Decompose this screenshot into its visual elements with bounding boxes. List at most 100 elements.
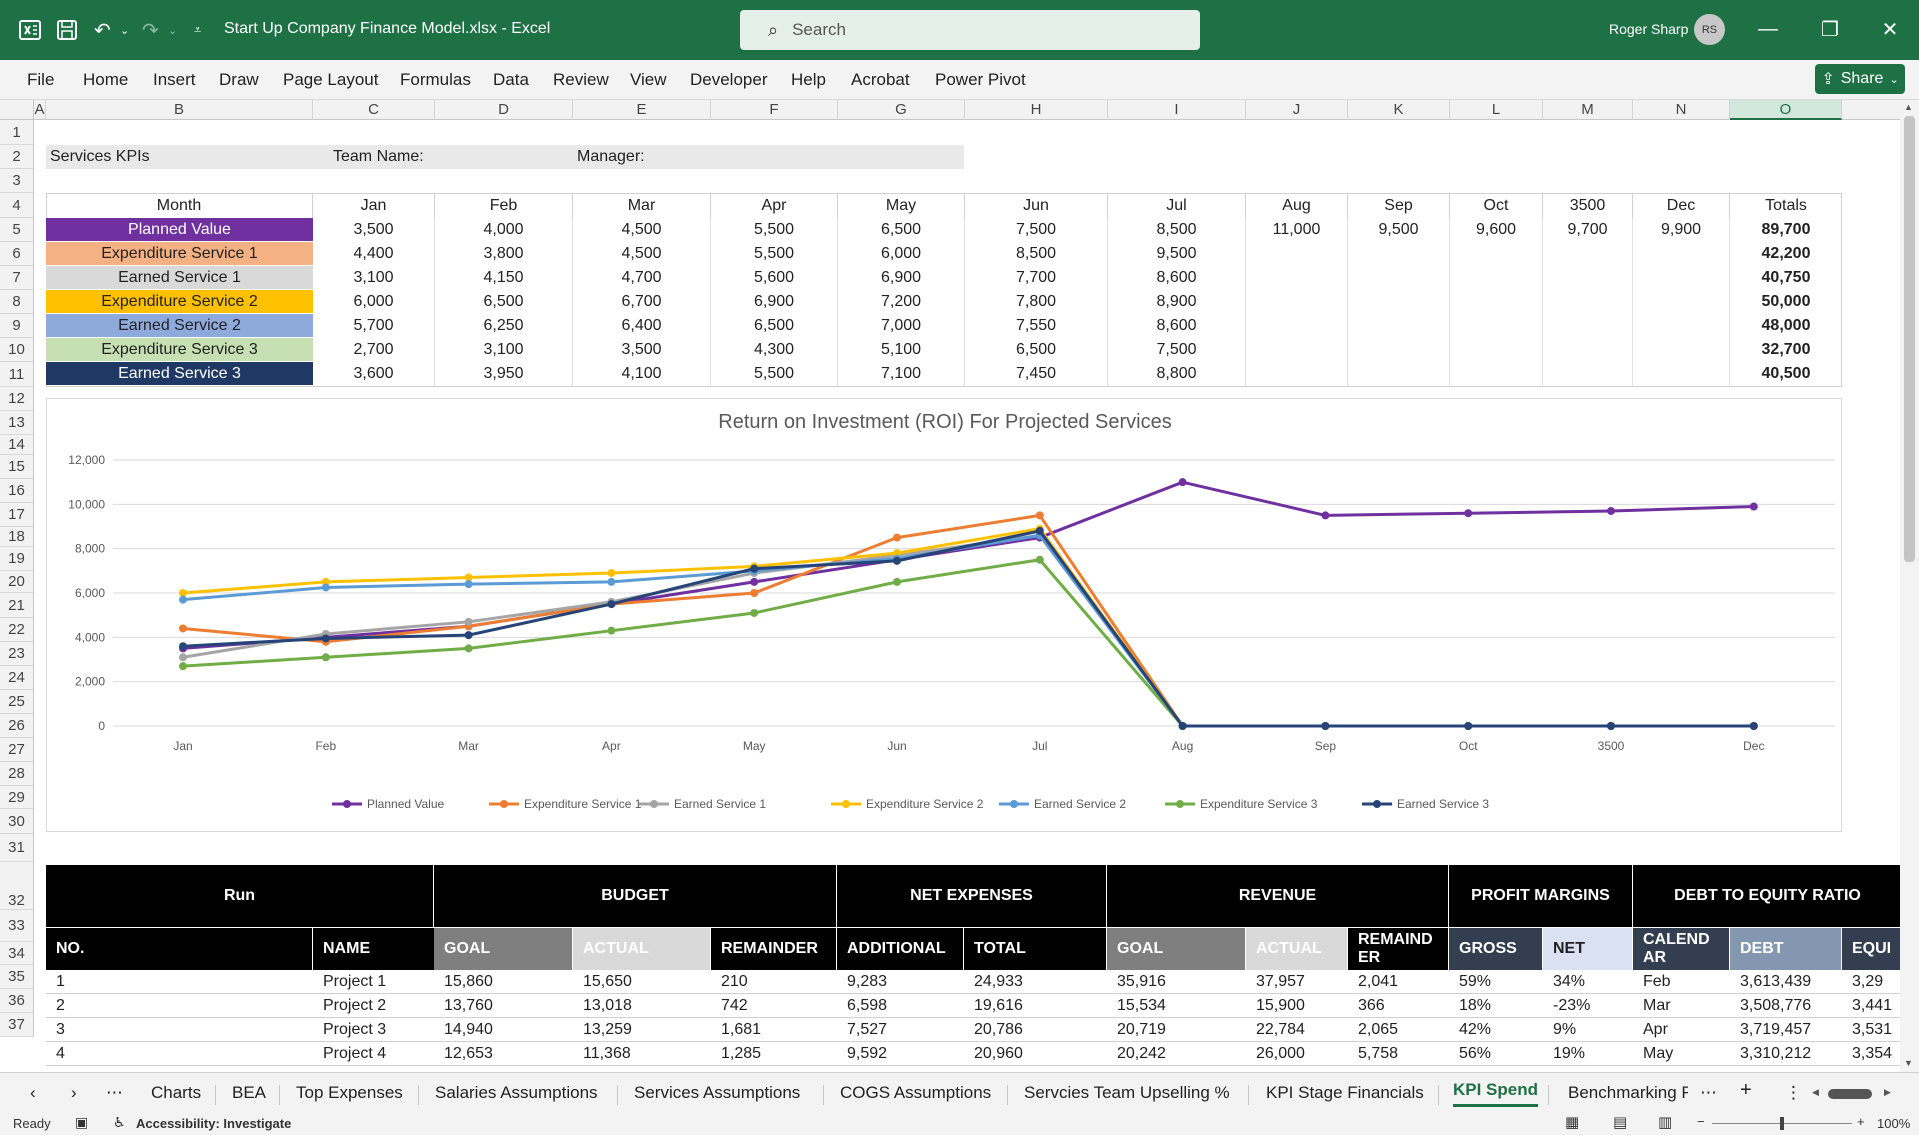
- kpi-value-cell[interactable]: 4,150: [435, 266, 573, 290]
- run-table-cell[interactable]: 15,860: [444, 970, 573, 994]
- kpi-value-cell[interactable]: 6,700: [573, 290, 711, 314]
- restore-icon[interactable]: ❐: [1815, 14, 1845, 44]
- run-table-cell[interactable]: 37,957: [1256, 970, 1348, 994]
- tab-top-expenses[interactable]: Top Expenses: [296, 1083, 403, 1103]
- run-table-cell[interactable]: 3,508,776: [1740, 994, 1842, 1018]
- run-table-cell[interactable]: 3,531: [1852, 1018, 1900, 1042]
- normal-view-icon[interactable]: ▦: [1565, 1113, 1579, 1131]
- kpi-value-cell[interactable]: [1543, 362, 1633, 386]
- run-table-cell[interactable]: 20,960: [974, 1042, 1107, 1066]
- run-table-cell[interactable]: 20,242: [1117, 1042, 1246, 1066]
- tab-cogs-assumptions[interactable]: COGS Assumptions: [840, 1083, 991, 1103]
- tab-bea[interactable]: BEA: [232, 1083, 266, 1103]
- run-table-cell[interactable]: 9,592: [847, 1042, 964, 1066]
- kpi-value-cell[interactable]: 6,400: [573, 314, 711, 338]
- kpi-value-cell[interactable]: [1633, 338, 1730, 362]
- select-all-corner[interactable]: [0, 100, 34, 120]
- kpi-value-cell[interactable]: [1348, 290, 1450, 314]
- run-table-cell[interactable]: Project 4: [323, 1042, 435, 1066]
- kpi-value-cell[interactable]: 2,700: [313, 338, 435, 362]
- row-header[interactable]: 11: [0, 362, 34, 387]
- kpi-value-cell[interactable]: 3,100: [435, 338, 573, 362]
- kpi-value-cell[interactable]: [1543, 314, 1633, 338]
- month-header-cell[interactable]: Jan: [313, 193, 435, 218]
- row-header[interactable]: 25: [0, 690, 34, 714]
- kpi-value-cell[interactable]: 5,600: [711, 266, 838, 290]
- run-table-cell[interactable]: 3,441: [1852, 994, 1900, 1018]
- customize-toolbar-icon[interactable]: ⩡: [194, 16, 201, 44]
- row-header[interactable]: 29: [0, 786, 34, 809]
- kpi-value-cell[interactable]: 7,500: [1108, 338, 1246, 362]
- page-break-view-icon[interactable]: ▥: [1658, 1113, 1672, 1131]
- share-button[interactable]: ⇪ Share ⌄: [1815, 64, 1905, 94]
- scroll-right-icon[interactable]: ▶: [1884, 1087, 1891, 1098]
- month-header[interactable]: Month: [46, 193, 313, 218]
- month-header-cell[interactable]: 3500: [1543, 193, 1633, 218]
- row-header[interactable]: 28: [0, 762, 34, 786]
- save-icon[interactable]: [56, 16, 78, 44]
- run-table-cell[interactable]: 9%: [1553, 1018, 1633, 1042]
- kpi-value-cell[interactable]: [1543, 242, 1633, 266]
- horizontal-scroll-thumb[interactable]: [1828, 1089, 1872, 1099]
- tab-servcies-team-upselling[interactable]: Servcies Team Upselling %: [1024, 1083, 1230, 1103]
- kpi-total-cell[interactable]: 89,700: [1730, 218, 1842, 242]
- kpi-value-cell[interactable]: 8,600: [1108, 266, 1246, 290]
- run-subheader[interactable]: EQUI: [1842, 928, 1900, 970]
- close-icon[interactable]: ✕: [1875, 14, 1905, 44]
- macro-record-icon[interactable]: ▣: [75, 1114, 88, 1131]
- kpi-value-cell[interactable]: 4,500: [573, 242, 711, 266]
- menu-draw[interactable]: Draw: [219, 70, 259, 90]
- run-group-header[interactable]: PROFIT MARGINS: [1449, 865, 1633, 927]
- page-layout-view-icon[interactable]: ▤: [1613, 1113, 1627, 1131]
- kpi-value-cell[interactable]: [1450, 290, 1543, 314]
- kpi-value-cell[interactable]: 4,700: [573, 266, 711, 290]
- kpi-value-cell[interactable]: 4,100: [573, 362, 711, 386]
- menu-help[interactable]: Help: [791, 70, 826, 90]
- kpi-row-label[interactable]: Earned Service 1: [46, 266, 313, 290]
- month-header-cell[interactable]: Jun: [965, 193, 1108, 218]
- col-header-h[interactable]: H: [965, 100, 1108, 120]
- kpi-value-cell[interactable]: 7,700: [965, 266, 1108, 290]
- kpi-value-cell[interactable]: 5,500: [711, 218, 838, 242]
- run-table-cell[interactable]: 26,000: [1256, 1042, 1348, 1066]
- row-header[interactable]: 6: [0, 242, 34, 266]
- kpi-value-cell[interactable]: [1246, 362, 1348, 386]
- col-header-o[interactable]: O: [1730, 100, 1842, 120]
- menu-developer[interactable]: Developer: [690, 70, 768, 90]
- row-header[interactable]: 9: [0, 314, 34, 338]
- more-tabs-icon[interactable]: ⋯: [106, 1083, 123, 1103]
- run-table-cell[interactable]: 210: [721, 970, 837, 994]
- run-group-header[interactable]: NET EXPENSES: [837, 865, 1107, 927]
- row-header[interactable]: 33: [0, 910, 34, 942]
- kpi-value-cell[interactable]: 7,000: [838, 314, 965, 338]
- kpi-value-cell[interactable]: 6,000: [313, 290, 435, 314]
- run-subheader[interactable]: ADDITIONAL: [837, 928, 964, 970]
- kpi-value-cell[interactable]: 9,700: [1543, 218, 1633, 242]
- run-table-cell[interactable]: 18%: [1459, 994, 1543, 1018]
- run-table-cell[interactable]: 1,681: [721, 1018, 837, 1042]
- row-header[interactable]: 37: [0, 1013, 34, 1037]
- menu-insert[interactable]: Insert: [153, 70, 196, 90]
- menu-formulas[interactable]: Formulas: [400, 70, 471, 90]
- run-table-cell[interactable]: Mar: [1643, 994, 1730, 1018]
- col-header-i[interactable]: I: [1108, 100, 1246, 120]
- run-table-cell[interactable]: Project 2: [323, 994, 435, 1018]
- kpi-total-cell[interactable]: 42,200: [1730, 242, 1842, 266]
- kpi-value-cell[interactable]: [1633, 290, 1730, 314]
- row-header[interactable]: 10: [0, 338, 34, 362]
- scroll-left-icon[interactable]: ◀: [1812, 1087, 1819, 1098]
- run-table-cell[interactable]: Project 1: [323, 970, 435, 994]
- run-table-cell[interactable]: 2: [56, 994, 313, 1018]
- row-header[interactable]: 17: [0, 503, 34, 527]
- run-table-cell[interactable]: 13,018: [583, 994, 711, 1018]
- kpi-total-cell[interactable]: 40,500: [1730, 362, 1842, 386]
- kpi-value-cell[interactable]: 4,500: [573, 218, 711, 242]
- run-table-cell[interactable]: 15,900: [1256, 994, 1348, 1018]
- run-table-cell[interactable]: 6,598: [847, 994, 964, 1018]
- kpi-value-cell[interactable]: 8,600: [1108, 314, 1246, 338]
- kpi-value-cell[interactable]: 5,700: [313, 314, 435, 338]
- row-header[interactable]: 2: [0, 145, 34, 169]
- zoom-slider-thumb[interactable]: [1780, 1117, 1784, 1130]
- kpi-row-label[interactable]: Expenditure Service 3: [46, 338, 313, 362]
- run-table-cell[interactable]: 24,933: [974, 970, 1107, 994]
